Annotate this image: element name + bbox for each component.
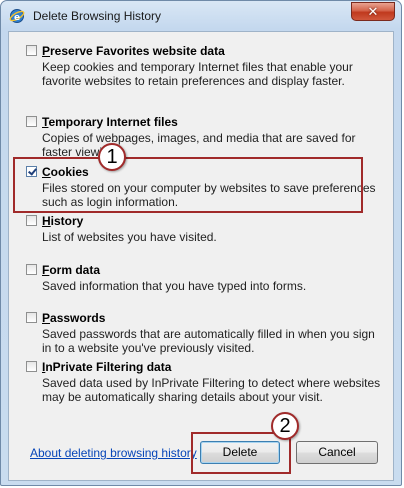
option-title[interactable]: InPrivate Filtering data <box>42 360 171 374</box>
window-title: Delete Browsing History <box>33 9 162 23</box>
svg-text:e: e <box>14 13 20 23</box>
history-checkbox[interactable] <box>26 215 37 226</box>
option-description: Saved data used by InPrivate Filtering t… <box>42 376 381 404</box>
about-deleting-history-link[interactable]: About deleting browsing history <box>30 446 197 460</box>
step-1-badge: 1 <box>98 143 126 171</box>
inprivate-filtering-checkbox[interactable] <box>26 361 37 372</box>
option-title[interactable]: Form data <box>42 263 100 277</box>
preserve-favorites-checkbox[interactable] <box>26 45 37 56</box>
option-description: Copies of webpages, images, and media th… <box>42 131 356 159</box>
option-title[interactable]: History <box>42 214 83 228</box>
close-icon: ✕ <box>367 4 379 19</box>
cookies-highlight-box <box>13 157 363 213</box>
temporary-files-checkbox[interactable] <box>26 116 37 127</box>
option-description: Keep cookies and temporary Internet file… <box>42 60 353 88</box>
option-title[interactable]: Temporary Internet files <box>42 115 178 129</box>
dialog-content: Preserve Favorites website data Keep coo… <box>8 31 394 481</box>
option-title[interactable]: Preserve Favorites website data <box>42 44 225 58</box>
step-2-badge: 2 <box>271 412 299 440</box>
option-description: List of websites you have visited. <box>42 230 217 244</box>
title-bar[interactable]: e Delete Browsing History ✕ <box>1 1 401 31</box>
dialog-window: e Delete Browsing History ✕ Preserve Fav… <box>0 0 402 486</box>
cancel-button[interactable]: Cancel <box>296 441 378 464</box>
option-description: Saved information that you have typed in… <box>42 279 307 293</box>
delete-highlight-box <box>191 432 291 474</box>
form-data-checkbox[interactable] <box>26 264 37 275</box>
internet-explorer-icon: e <box>9 9 25 23</box>
option-title[interactable]: Passwords <box>42 311 105 325</box>
close-button[interactable]: ✕ <box>351 2 395 21</box>
option-description: Saved passwords that are automatically f… <box>42 327 375 355</box>
passwords-checkbox[interactable] <box>26 312 37 323</box>
